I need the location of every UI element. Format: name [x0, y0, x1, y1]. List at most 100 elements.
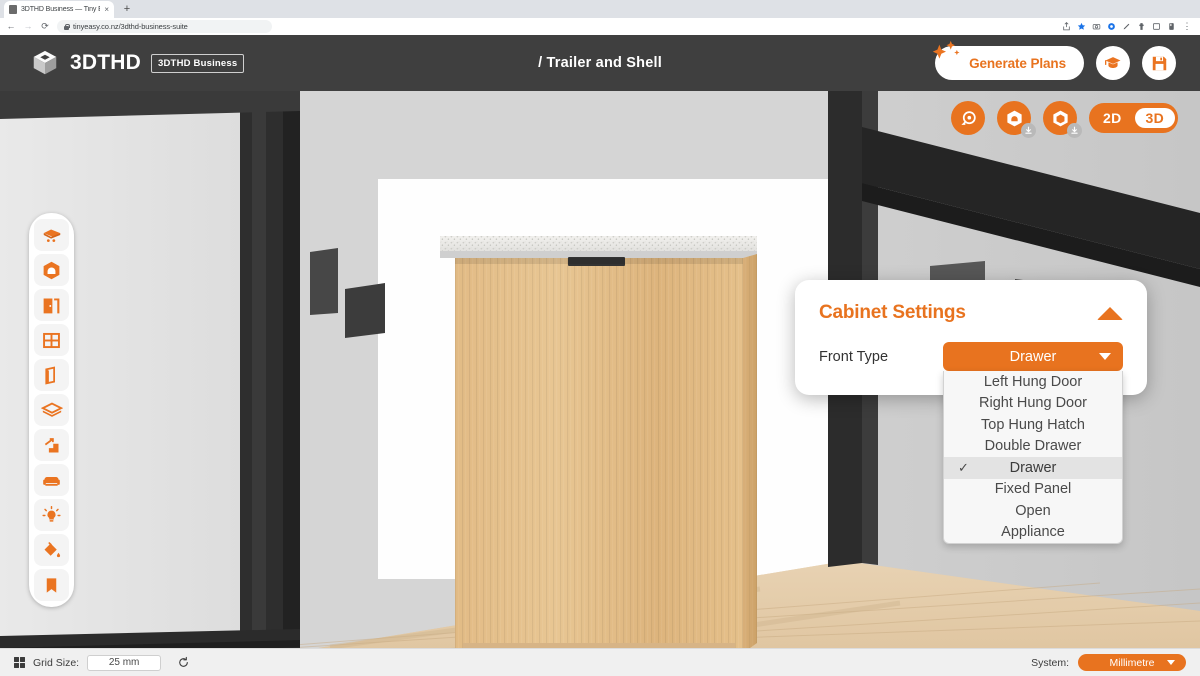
close-icon[interactable]: × — [104, 5, 109, 14]
measure-tool-button[interactable] — [951, 101, 985, 135]
front-type-select-wrap: Drawer Left Hung Door Right Hung Door Top … — [943, 342, 1123, 544]
front-type-option[interactable]: Top Hung Hatch — [944, 414, 1122, 436]
front-type-option-label: Appliance — [1001, 524, 1065, 541]
grid-size-input[interactable]: 25 mm — [87, 654, 162, 671]
check-icon: ✓ — [958, 459, 969, 475]
bookmark-star-icon[interactable] — [1077, 22, 1086, 31]
sidebar-item-panel[interactable] — [34, 359, 69, 391]
reset-arrow-icon — [178, 656, 188, 667]
download-badge-icon — [1021, 123, 1036, 138]
reset-grid-button[interactable] — [175, 655, 191, 671]
save-button[interactable] — [1142, 46, 1176, 80]
learn-button[interactable] — [1096, 46, 1130, 80]
lock-icon — [64, 23, 70, 30]
panel-title: Cabinet Settings — [819, 302, 966, 323]
front-type-option-label: Left Hung Door — [983, 373, 1083, 390]
front-type-row: Front Type Drawer Left Hung Door Right Hu… — [819, 342, 1123, 544]
browser-extensions: ⋮ — [1062, 22, 1194, 31]
front-type-option-label: Open — [1015, 502, 1051, 519]
tab-title: 3DTHD Business — Tiny Easy - T — [21, 6, 100, 13]
back-icon[interactable]: ← — [6, 22, 16, 31]
system-units-select[interactable]: Millimetre — [1078, 654, 1186, 671]
browser-chrome: 3DTHD Business — Tiny Easy - T × + ← → ⟳… — [0, 0, 1200, 35]
grid-icon — [14, 657, 25, 668]
browser-toolbar: ← → ⟳ tinyeasy.co.nz/3dthd-business-suit… — [0, 18, 1200, 35]
front-type-option-label: Top Hung Hatch — [981, 416, 1085, 433]
grid-size-label: Grid Size: — [33, 656, 80, 669]
chevron-down-icon — [1099, 353, 1111, 360]
sidebar-item-paint[interactable] — [34, 534, 69, 566]
new-tab-button[interactable]: + — [120, 3, 134, 16]
view-mode-toggle[interactable]: 2D 3D — [1089, 103, 1178, 133]
front-type-option-label: Fixed Panel — [994, 481, 1072, 498]
sidebar-item-floor[interactable] — [34, 394, 69, 426]
extension-camera-icon[interactable] — [1092, 22, 1101, 31]
generate-plans-button[interactable]: Generate Plans — [932, 40, 1084, 80]
save-disk-icon — [1152, 56, 1166, 70]
reload-icon[interactable]: ⟳ — [40, 22, 50, 31]
front-type-option[interactable]: Fixed Panel — [944, 479, 1122, 501]
cabinet-settings-panel: Cabinet Settings Front Type Drawer Left … — [795, 280, 1147, 544]
tape-measure-icon — [960, 110, 976, 125]
download-arrow-icon — [1025, 126, 1032, 134]
sidebar-item-door[interactable] — [34, 289, 69, 321]
front-type-label: Front Type — [819, 348, 889, 365]
system-units-value: Millimetre — [1109, 656, 1155, 669]
status-bar: Grid Size: 25 mm System: Millimetre — [0, 648, 1200, 676]
sidebar-item-window[interactable] — [34, 324, 69, 356]
door-icon — [43, 298, 60, 313]
url-text: tinyeasy.co.nz/3dthd-business-suite — [73, 22, 188, 31]
browser-tab[interactable]: 3DTHD Business — Tiny Easy - T × — [4, 1, 114, 18]
front-type-option-label: Right Hung Door — [979, 395, 1087, 412]
front-type-option-label: Double Drawer — [984, 438, 1082, 455]
tool-rail — [29, 213, 74, 607]
trailer-icon — [43, 229, 60, 243]
stairs-icon — [44, 437, 59, 452]
favicon-icon — [9, 5, 17, 14]
forward-icon[interactable]: → — [23, 22, 33, 31]
front-type-option[interactable]: Appliance — [944, 522, 1122, 544]
sparkles-icon — [932, 40, 960, 59]
status-bar-right: System: Millimetre — [1023, 654, 1186, 671]
extension-window-icon[interactable] — [1152, 22, 1161, 31]
sidebar-item-trailer-chassis[interactable] — [34, 219, 69, 251]
front-type-select[interactable]: Drawer — [943, 342, 1123, 371]
sidebar-item-shell[interactable] — [34, 254, 69, 286]
extension-globe-icon[interactable] — [1107, 22, 1116, 31]
view-mode-2d[interactable]: 2D — [1092, 108, 1133, 128]
address-bar[interactable]: tinyeasy.co.nz/3dthd-business-suite — [57, 20, 272, 33]
window-icon — [43, 332, 60, 348]
sidebar-item-stairs[interactable] — [34, 429, 69, 461]
share-icon[interactable] — [1062, 22, 1071, 31]
app-header: 3DTHD 3DTHD Business / Trailer and Shell… — [0, 35, 1200, 91]
export-box-icon — [1052, 110, 1068, 126]
sidebar-item-bookmark[interactable] — [34, 569, 69, 601]
caret-up-icon[interactable] — [1097, 306, 1123, 320]
browser-menu-icon[interactable]: ⋮ — [1182, 22, 1192, 31]
generate-plans-label: Generate Plans — [969, 55, 1066, 71]
front-type-option[interactable]: ✓ Drawer — [944, 457, 1122, 479]
paint-bucket-icon — [44, 541, 61, 557]
floor-icon — [40, 402, 63, 417]
extension-puzzle-icon[interactable] — [1137, 22, 1146, 31]
panel-icon — [45, 366, 55, 384]
front-type-option[interactable]: Double Drawer — [944, 436, 1122, 458]
view-mode-3d[interactable]: 3D — [1134, 108, 1175, 128]
front-type-dropdown[interactable]: Left Hung Door Right Hung Door Top Hung Ha… — [943, 371, 1123, 544]
sidebar-item-lighting[interactable] — [34, 499, 69, 531]
front-type-option[interactable]: Left Hung Door — [944, 371, 1122, 393]
front-type-option[interactable]: Right Hung Door — [944, 393, 1122, 415]
export-model-button[interactable] — [997, 101, 1036, 138]
viewport-controls: 2D 3D — [951, 101, 1178, 138]
export-box-button[interactable] — [1043, 101, 1082, 138]
front-type-option[interactable]: Open — [944, 500, 1122, 522]
profile-avatar-icon[interactable] — [1167, 22, 1176, 31]
download-badge-icon — [1067, 123, 1082, 138]
graduation-cap-icon — [1105, 57, 1121, 68]
chevron-down-icon — [1167, 660, 1175, 665]
extension-pen-icon[interactable] — [1122, 22, 1131, 31]
sidebar-item-furniture[interactable] — [34, 464, 69, 496]
bookmark-icon — [46, 577, 57, 593]
light-bulb-icon — [42, 505, 61, 522]
download-arrow-icon — [1071, 126, 1078, 134]
